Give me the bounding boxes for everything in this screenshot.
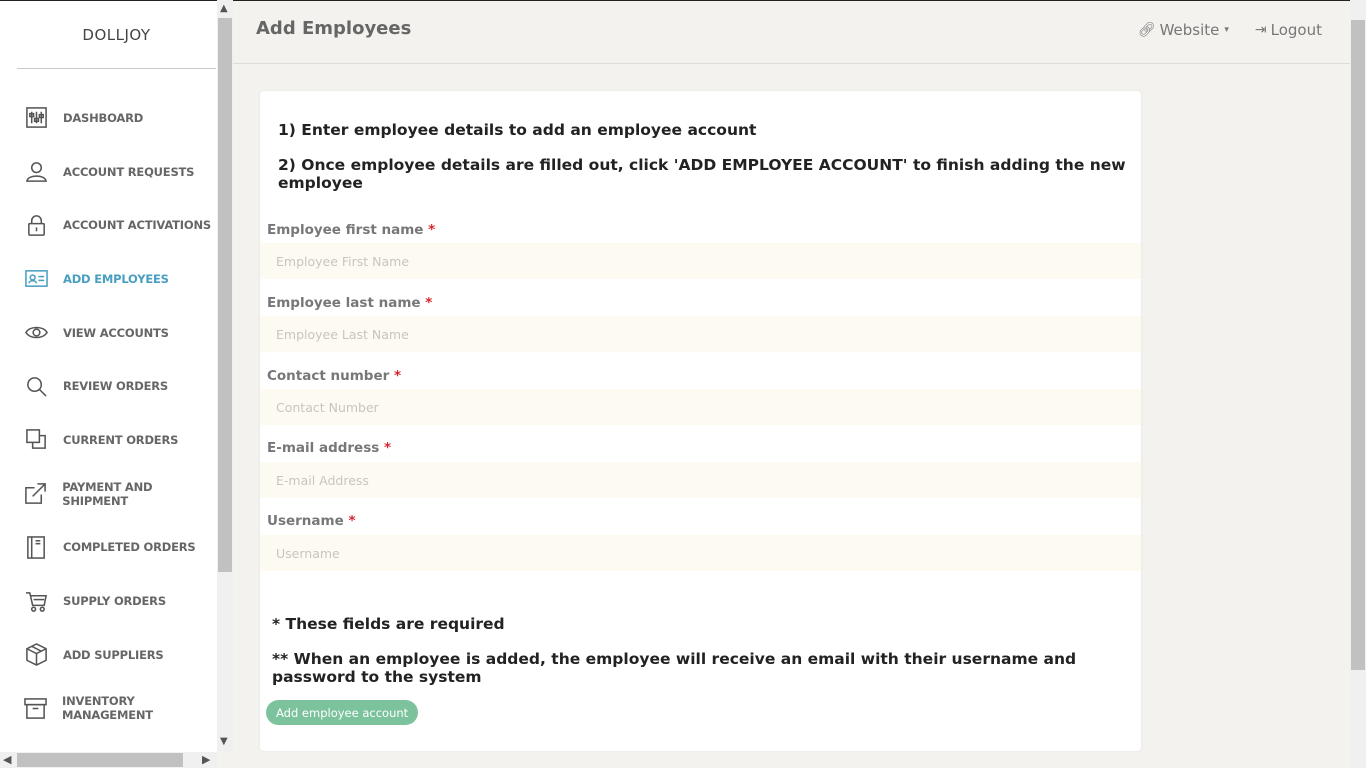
sidebar-item-view-accounts[interactable]: VIEW ACCOUNTS	[0, 306, 217, 360]
caret-down-icon: ▾	[1224, 25, 1229, 35]
required-fields-note: * These fields are required	[272, 615, 505, 633]
notebook-icon	[24, 535, 48, 559]
last-name-label: Employee last name *	[267, 295, 432, 311]
sidebar-item-inventory-management[interactable]: INVENTORY MANAGEMENT	[0, 682, 217, 736]
sidebar-item-label: ACCOUNT ACTIVATIONS	[63, 218, 211, 233]
lock-icon	[24, 213, 48, 237]
first-name-input[interactable]	[260, 243, 1141, 279]
main-content: Add Employees 🔗︎ Website ▾ ⇥ Logout 1) E…	[233, 0, 1350, 768]
sidebar-item-label: ADD SUPPLIERS	[63, 647, 164, 662]
scroll-left-arrow-icon[interactable]: ◀	[3, 753, 11, 766]
top-nav: 🔗︎ Website ▾ ⇥ Logout	[1138, 21, 1322, 39]
username-input[interactable]	[260, 535, 1141, 571]
user-icon	[24, 160, 48, 184]
main-vertical-scrollbar[interactable]	[1350, 0, 1366, 768]
last-name-input[interactable]	[260, 316, 1141, 352]
sidebar-item-label: COMPLETED ORDERS	[63, 540, 196, 555]
sidebar-item-payment-and-shipment[interactable]: PAYMENT AND SHIPMENT	[0, 467, 217, 521]
cart-icon	[24, 589, 48, 613]
link-icon: 🔗︎	[1137, 22, 1156, 38]
sidebar-item-add-suppliers[interactable]: ADD SUPPLIERS	[0, 628, 217, 682]
last-name-label-text: Employee last name	[267, 295, 421, 311]
sidebar-item-label: ADD EMPLOYEES	[63, 271, 169, 286]
contact-number-input[interactable]	[260, 389, 1141, 425]
page-title: Add Employees	[256, 18, 412, 39]
required-asterisk: *	[393, 368, 402, 384]
sidebar-item-current-orders[interactable]: CURRENT ORDERS	[0, 413, 217, 467]
scroll-down-arrow-icon[interactable]: ▼	[220, 736, 228, 747]
username-label-text: Username	[267, 513, 344, 529]
sidebar-item-review-orders[interactable]: REVIEW ORDERS	[0, 359, 217, 413]
sidebar-nav: DASHBOARD ACCOUNT REQUESTS ACCOUNT ACTIV…	[0, 91, 217, 735]
username-label: Username *	[267, 513, 356, 529]
contact-number-label: Contact number *	[267, 368, 401, 384]
search-icon	[24, 374, 48, 398]
first-name-label-text: Employee first name	[267, 222, 424, 238]
sidebar-item-add-employees[interactable]: ADD EMPLOYEES	[0, 252, 217, 306]
logout-icon: ⇥	[1254, 22, 1267, 38]
required-asterisk: *	[428, 222, 436, 238]
sidebar-item-label: SUPPLY ORDERS	[63, 594, 166, 609]
required-asterisk: *	[383, 440, 392, 456]
id-card-icon	[24, 267, 48, 291]
main-scroll-thumb[interactable]	[1351, 20, 1365, 670]
sidebar-item-label: DASHBOARD	[63, 110, 144, 125]
sidebar-item-label: VIEW ACCOUNTS	[63, 325, 169, 340]
contact-number-label-text: Contact number	[267, 368, 390, 384]
brand-logo[interactable]: DOLLJOY	[17, 1, 216, 69]
email-label-text: E-mail address	[267, 440, 380, 456]
sidebar-horizontal-scrollbar[interactable]: ◀ ▶	[0, 752, 217, 768]
sidebar-item-dashboard[interactable]: DASHBOARD	[0, 91, 217, 145]
sliders-icon	[24, 106, 48, 130]
sidebar-scroll-thumb[interactable]	[218, 18, 232, 572]
required-asterisk: *	[348, 513, 356, 529]
sidebar-item-supply-orders[interactable]: SUPPLY ORDERS	[0, 574, 217, 628]
box-icon	[24, 643, 48, 667]
first-name-label: Employee first name *	[267, 222, 435, 238]
sidebar-hscroll-thumb[interactable]	[17, 753, 183, 767]
top-bar: Add Employees 🔗︎ Website ▾ ⇥ Logout	[233, 1, 1350, 64]
required-asterisk: *	[425, 295, 433, 311]
eye-icon	[24, 321, 48, 345]
sidebar-item-label: ACCOUNT REQUESTS	[63, 164, 195, 179]
archive-icon	[24, 696, 47, 720]
website-label: Website	[1159, 21, 1220, 39]
sidebar-item-label: INVENTORY MANAGEMENT	[62, 694, 153, 723]
website-dropdown[interactable]: 🔗︎ Website ▾	[1138, 21, 1229, 39]
instruction-step-2: 2) Once employee details are filled out,…	[278, 156, 1126, 192]
email-label: E-mail address *	[267, 440, 391, 456]
sidebar-item-label: CURRENT ORDERS	[63, 432, 179, 447]
logout-link[interactable]: ⇥ Logout	[1255, 21, 1322, 39]
external-link-icon	[24, 482, 47, 506]
copy-icon	[24, 428, 48, 452]
sidebar-item-account-activations[interactable]: ACCOUNT ACTIVATIONS	[0, 198, 217, 252]
email-input[interactable]	[260, 462, 1141, 498]
email-notification-note: ** When an employee is added, the employ…	[272, 650, 1077, 686]
add-employee-card: 1) Enter employee details to add an empl…	[260, 91, 1141, 751]
scroll-right-arrow-icon[interactable]: ▶	[202, 753, 210, 766]
sidebar-item-label: PAYMENT AND SHIPMENT	[62, 479, 153, 508]
sidebar-vertical-scrollbar[interactable]: ▲ ▼	[217, 0, 233, 752]
scroll-up-arrow-icon[interactable]: ▲	[220, 3, 228, 14]
sidebar-item-label: REVIEW ORDERS	[63, 379, 169, 394]
add-employee-account-button[interactable]: Add employee account	[266, 700, 419, 725]
instruction-step-1: 1) Enter employee details to add an empl…	[278, 121, 757, 139]
sidebar: DOLLJOY DASHBOARD ACCOUNT REQUESTS ACCOU…	[0, 0, 217, 752]
sidebar-item-completed-orders[interactable]: COMPLETED ORDERS	[0, 521, 217, 575]
sidebar-item-account-requests[interactable]: ACCOUNT REQUESTS	[0, 145, 217, 199]
logout-label: Logout	[1270, 21, 1322, 39]
